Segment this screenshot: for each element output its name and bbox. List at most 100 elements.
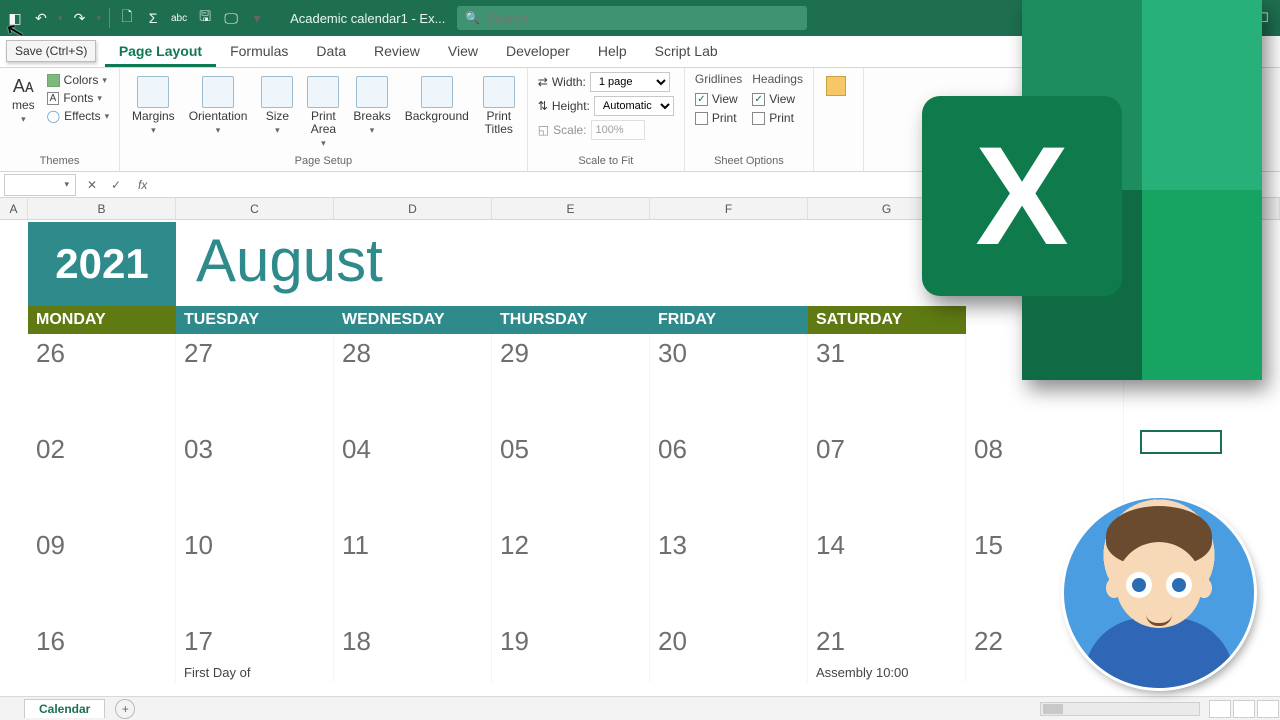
cancel-formula-icon[interactable]: ✕ bbox=[80, 178, 104, 192]
group-scale-to-fit: ⇄Width:1 page ⇅Height:Automatic ◱Scale: … bbox=[528, 68, 685, 171]
day-cell[interactable]: 08 bbox=[966, 430, 1124, 526]
day-cell[interactable]: 07 bbox=[808, 430, 966, 526]
day-cell[interactable]: 19 bbox=[492, 622, 650, 682]
tab-data[interactable]: Data bbox=[302, 37, 360, 67]
size-button[interactable]: Size▾ bbox=[259, 72, 295, 140]
col-F[interactable]: F bbox=[650, 198, 808, 219]
day-cell[interactable]: 30 bbox=[650, 334, 808, 430]
day-cell[interactable]: 28 bbox=[334, 334, 492, 430]
day-cell[interactable]: 12 bbox=[492, 526, 650, 622]
tab-formulas[interactable]: Formulas bbox=[216, 37, 302, 67]
tab-view[interactable]: View bbox=[434, 37, 492, 67]
day-cell[interactable]: 04 bbox=[334, 430, 492, 526]
undo-dropdown-icon[interactable]: ▾ bbox=[58, 13, 63, 24]
col-C[interactable]: C bbox=[176, 198, 334, 219]
scale-input bbox=[591, 120, 645, 140]
save-icon[interactable]: 🖫 bbox=[196, 9, 214, 27]
day-cell[interactable]: 13 bbox=[650, 526, 808, 622]
dow-friday[interactable]: FRIDAY bbox=[650, 306, 808, 334]
horizontal-scrollbar[interactable] bbox=[1040, 702, 1200, 716]
tab-help[interactable]: Help bbox=[584, 37, 641, 67]
fonts-button[interactable]: AFonts ▾ bbox=[47, 90, 109, 106]
enter-formula-icon[interactable]: ✓ bbox=[104, 178, 128, 192]
day-cell[interactable]: 18 bbox=[334, 622, 492, 682]
group-label-sheet-options: Sheet Options bbox=[695, 153, 803, 169]
new-file-icon[interactable]: 🗋 bbox=[118, 9, 136, 27]
sheet-tab-calendar[interactable]: Calendar bbox=[24, 699, 105, 718]
effects-button[interactable]: ◯Effects ▾ bbox=[47, 108, 109, 124]
width-select[interactable]: 1 page bbox=[590, 72, 670, 92]
col-B[interactable]: B bbox=[28, 198, 176, 219]
day-cell[interactable]: 10 bbox=[176, 526, 334, 622]
name-box[interactable]: ▾ bbox=[4, 174, 76, 196]
tab-page-layout[interactable]: Page Layout bbox=[105, 37, 216, 67]
month-title[interactable]: August bbox=[196, 226, 383, 295]
dow-monday[interactable]: MONDAY bbox=[28, 306, 176, 334]
quick-access-toolbar: ◧ ↶▾ ↷▾ 🗋 Σ abc 🖫 🖵 ▾ bbox=[0, 8, 272, 28]
dow-thursday[interactable]: THURSDAY bbox=[492, 306, 650, 334]
group-label-themes: Themes bbox=[10, 153, 109, 169]
normal-view-icon[interactable] bbox=[1209, 700, 1231, 718]
day-cell[interactable]: 21Assembly 10:00 bbox=[808, 622, 966, 682]
page-layout-view-icon[interactable] bbox=[1233, 700, 1255, 718]
print-area-button[interactable]: Print Area▾ bbox=[305, 72, 341, 153]
search-box[interactable]: 🔍 bbox=[457, 6, 807, 30]
spellcheck-icon[interactable]: abc bbox=[170, 9, 188, 27]
headings-print-checkbox[interactable]: Print bbox=[752, 110, 803, 126]
day-cell[interactable]: 06 bbox=[650, 430, 808, 526]
group-arrange bbox=[814, 68, 864, 171]
themes-button[interactable]: Aᴀ mes▾ bbox=[10, 72, 37, 129]
fx-label[interactable]: fx bbox=[128, 178, 157, 192]
dow-tuesday[interactable]: TUESDAY bbox=[176, 306, 334, 334]
day-cell[interactable]: 03 bbox=[176, 430, 334, 526]
col-A[interactable]: A bbox=[0, 198, 28, 219]
tab-review[interactable]: Review bbox=[360, 37, 434, 67]
background-button[interactable]: Background bbox=[403, 72, 471, 127]
day-cell[interactable]: 29 bbox=[492, 334, 650, 430]
col-E[interactable]: E bbox=[492, 198, 650, 219]
search-input[interactable] bbox=[486, 11, 799, 26]
qat-customize-icon[interactable]: ▾ bbox=[248, 9, 266, 27]
day-note[interactable]: First Day of bbox=[184, 665, 250, 680]
headings-view-checkbox[interactable]: ✓View bbox=[752, 91, 803, 107]
day-cell[interactable]: 20 bbox=[650, 622, 808, 682]
selected-cell[interactable] bbox=[1140, 430, 1222, 454]
height-select[interactable]: Automatic bbox=[594, 96, 674, 116]
day-cell[interactable]: 14 bbox=[808, 526, 966, 622]
group-sheet-options: Gridlines ✓View Print Headings ✓View Pri… bbox=[685, 68, 814, 171]
group-page-setup: Margins▾ Orientation▾ Size▾ Print Area▾ … bbox=[120, 68, 528, 171]
col-D[interactable]: D bbox=[334, 198, 492, 219]
gridlines-print-checkbox[interactable]: Print bbox=[695, 110, 742, 126]
undo-icon[interactable]: ↶ bbox=[32, 9, 50, 27]
day-cell[interactable]: 11 bbox=[334, 526, 492, 622]
width-label: Width: bbox=[552, 75, 586, 89]
day-cell[interactable]: 05 bbox=[492, 430, 650, 526]
day-cell[interactable]: 17First Day of bbox=[176, 622, 334, 682]
redo-dropdown-icon[interactable]: ▾ bbox=[97, 13, 102, 24]
day-cell[interactable]: 27 bbox=[176, 334, 334, 430]
colors-button[interactable]: Colors ▾ bbox=[47, 72, 109, 88]
redo-icon[interactable]: ↷ bbox=[71, 9, 89, 27]
bring-forward-button[interactable] bbox=[824, 72, 848, 102]
print-titles-button[interactable]: Print Titles bbox=[481, 72, 517, 140]
new-sheet-button[interactable]: + bbox=[115, 699, 135, 719]
margins-button[interactable]: Margins▾ bbox=[130, 72, 177, 140]
day-note[interactable]: Assembly 10:00 bbox=[816, 665, 909, 680]
day-cell[interactable]: 09 bbox=[28, 526, 176, 622]
day-cell[interactable]: 02 bbox=[28, 430, 176, 526]
day-cell[interactable]: 26 bbox=[28, 334, 176, 430]
day-cell[interactable]: 16 bbox=[28, 622, 176, 682]
page-break-view-icon[interactable] bbox=[1257, 700, 1279, 718]
year-cell[interactable]: 2021 bbox=[28, 222, 176, 306]
dow-wednesday[interactable]: WEDNESDAY bbox=[334, 306, 492, 334]
height-icon: ⇅ bbox=[538, 99, 548, 113]
present-icon[interactable]: 🖵 bbox=[222, 9, 240, 27]
gridlines-view-checkbox[interactable]: ✓View bbox=[695, 91, 742, 107]
tab-developer[interactable]: Developer bbox=[492, 37, 584, 67]
tab-script-lab[interactable]: Script Lab bbox=[641, 37, 732, 67]
autosum-icon[interactable]: Σ bbox=[144, 9, 162, 27]
group-themes: Aᴀ mes▾ Colors ▾ AFonts ▾ ◯Effects ▾ The… bbox=[0, 68, 120, 171]
scale-icon: ◱ bbox=[538, 123, 549, 137]
orientation-button[interactable]: Orientation▾ bbox=[187, 72, 250, 140]
breaks-button[interactable]: Breaks▾ bbox=[351, 72, 392, 140]
